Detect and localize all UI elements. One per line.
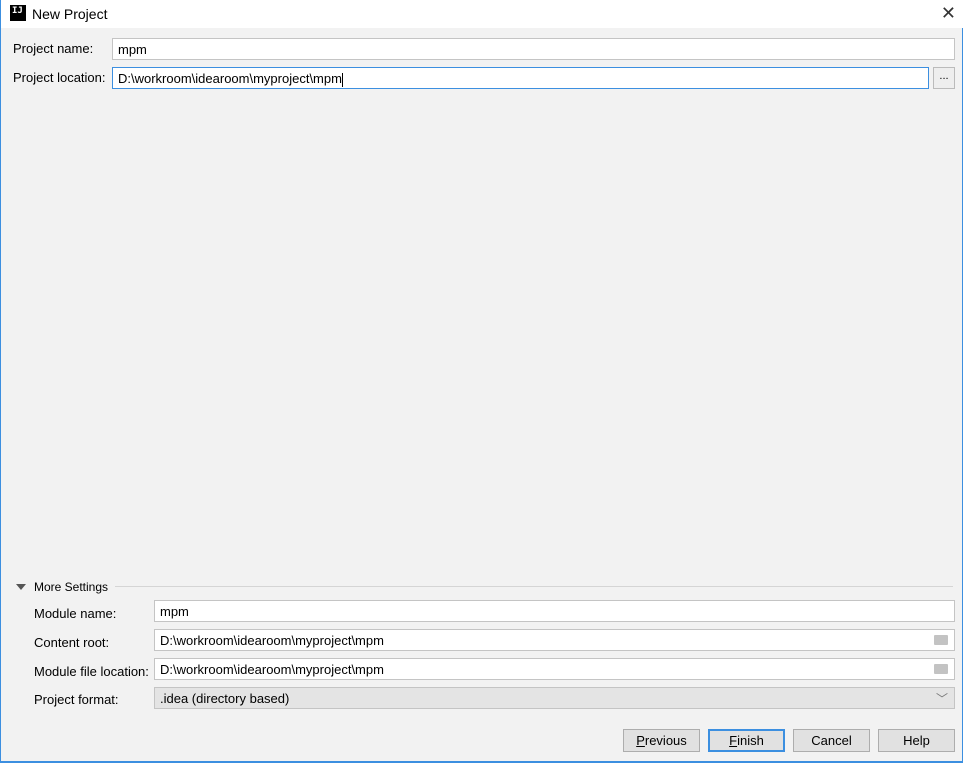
previous-button[interactable]: Previous: [623, 729, 700, 752]
collapse-triangle-icon[interactable]: [16, 584, 26, 590]
project-name-label: Project name:: [13, 41, 94, 56]
finish-button[interactable]: Finish: [708, 729, 785, 752]
content-root-label: Content root:: [34, 635, 110, 650]
module-file-location-label: Module file location:: [34, 664, 149, 679]
more-settings-toggle[interactable]: More Settings: [34, 580, 108, 594]
label: revious: [644, 733, 687, 748]
mnemonic: P: [636, 733, 645, 748]
intellij-logo-icon: IJ: [10, 5, 26, 21]
help-button[interactable]: Help: [878, 729, 955, 752]
mnemonic: F: [729, 733, 738, 748]
title-bar: IJ New Project ✕: [1, 0, 963, 28]
folder-icon[interactable]: [934, 635, 948, 645]
divider: [115, 586, 953, 587]
close-icon[interactable]: ✕: [941, 3, 956, 24]
project-location-input[interactable]: D:\workroom\idearoom\myproject\mpm: [112, 67, 929, 89]
project-format-select[interactable]: .idea (directory based) ﹀: [154, 687, 955, 709]
module-name-value: mpm: [160, 604, 189, 619]
folder-icon[interactable]: [934, 664, 948, 674]
project-format-label: Project format:: [34, 692, 119, 707]
label: inish: [737, 733, 764, 748]
project-name-value: mpm: [118, 42, 147, 57]
module-file-location-value: D:\workroom\idearoom\myproject\mpm: [160, 662, 384, 677]
module-name-input[interactable]: mpm: [154, 600, 955, 622]
project-location-label: Project location:: [13, 70, 106, 85]
project-name-input[interactable]: mpm: [112, 38, 955, 60]
browse-button[interactable]: ...: [933, 67, 955, 89]
text-caret: [341, 72, 343, 87]
cancel-button[interactable]: Cancel: [793, 729, 870, 752]
content-root-value: D:\workroom\idearoom\myproject\mpm: [160, 633, 384, 648]
chevron-down-icon: ﹀: [935, 692, 948, 706]
project-format-value: .idea (directory based): [160, 691, 290, 706]
content-root-input[interactable]: D:\workroom\idearoom\myproject\mpm: [154, 629, 955, 651]
window-title: New Project: [32, 6, 108, 22]
module-name-label: Module name:: [34, 606, 117, 621]
module-file-location-input[interactable]: D:\workroom\idearoom\myproject\mpm: [154, 658, 955, 680]
project-location-value: D:\workroom\idearoom\myproject\mpm: [118, 71, 342, 86]
